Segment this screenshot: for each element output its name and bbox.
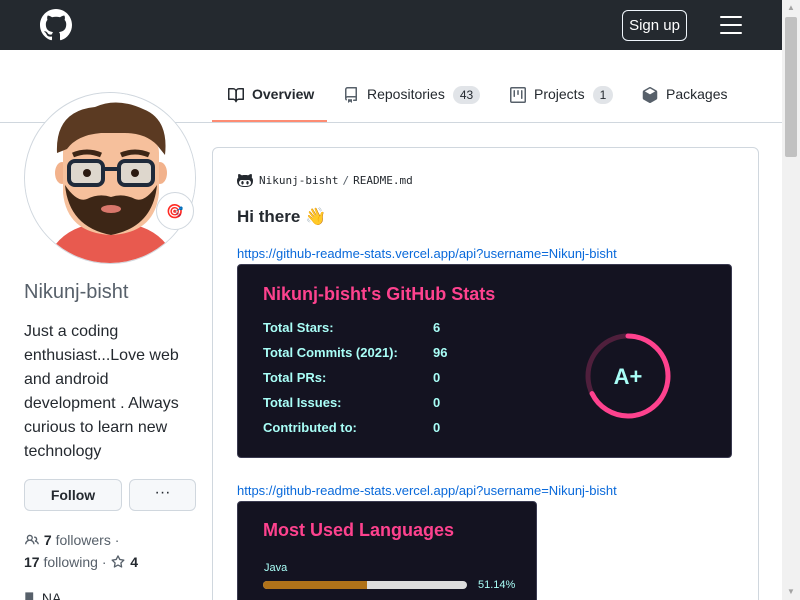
organization-icon: [25, 592, 34, 600]
tab-overview[interactable]: Overview: [212, 86, 327, 122]
sign-up-button[interactable]: Sign up: [622, 10, 687, 41]
scroll-down-arrow-icon[interactable]: ▼: [782, 584, 800, 600]
tab-repositories-label: Repositories: [367, 86, 445, 102]
readme-header: Nikunj-bisht / README.md: [237, 172, 413, 188]
hamburger-menu-icon[interactable]: [720, 16, 742, 34]
more-options-button[interactable]: ···: [129, 479, 196, 511]
path-separator: /: [342, 173, 350, 187]
stats-card-title: Nikunj-bisht's GitHub Stats: [263, 284, 496, 304]
grade-text: A+: [614, 364, 643, 389]
book-icon: [228, 87, 244, 103]
stat-value-contributed: 0: [433, 420, 441, 435]
stats-card-link[interactable]: https://github-readme-stats.vercel.app/a…: [237, 246, 617, 261]
github-stats-card[interactable]: Nikunj-bisht's GitHub Stats Total Stars:…: [237, 264, 732, 458]
tab-packages-label: Packages: [666, 86, 728, 102]
language-percentage: 51.14%: [478, 579, 516, 591]
status-emoji-button[interactable]: 🎯: [156, 192, 194, 230]
avatar-illustration: [25, 93, 195, 263]
readme-owner-link[interactable]: Nikunj-bisht: [259, 174, 338, 187]
tab-overview-label: Overview: [252, 86, 315, 102]
projects-count-badge: 1: [592, 86, 614, 104]
profile-username: Nikunj-bisht: [24, 281, 129, 303]
follow-button[interactable]: Follow: [24, 479, 122, 511]
readme-greeting: Hi there 👋: [237, 207, 327, 226]
readme-filename: README.md: [353, 173, 413, 187]
follow-stats: 7 followers · 17 following · 4: [24, 532, 139, 570]
github-logo-icon[interactable]: [40, 9, 72, 41]
avatar[interactable]: [24, 92, 196, 264]
tab-packages[interactable]: Packages: [642, 86, 727, 122]
scroll-thumb[interactable]: [785, 17, 797, 157]
languages-card-title: Most Used Languages: [263, 520, 455, 540]
language-progress-bar: [263, 581, 467, 589]
tab-projects[interactable]: Projects 1: [510, 86, 614, 122]
stat-value-commits: 96: [433, 345, 448, 360]
project-icon: [510, 87, 526, 103]
profile-bio: Just a coding enthusiast...Love web and …: [24, 323, 179, 460]
stat-value-stars: 6: [433, 320, 441, 335]
scroll-up-arrow-icon[interactable]: ▲: [782, 0, 800, 16]
languages-card-link[interactable]: https://github-readme-stats.vercel.app/a…: [237, 483, 617, 498]
site-header: Sign up: [0, 0, 782, 50]
profile-location: NA: [24, 590, 61, 600]
package-icon: [642, 87, 658, 103]
language-progress-fill: [263, 581, 368, 589]
most-used-languages-card[interactable]: Most Used Languages Java 51.14%: [237, 501, 537, 600]
stars-count[interactable]: 4: [130, 554, 138, 570]
octocat-icon: [237, 174, 253, 187]
target-icon: 🎯: [166, 203, 184, 219]
stat-label-stars: Total Stars:: [263, 320, 334, 335]
stat-label-prs: Total PRs:: [263, 370, 327, 385]
language-name: Java: [264, 562, 288, 574]
followers-link[interactable]: 7 followers: [44, 532, 111, 548]
stat-value-prs: 0: [433, 370, 441, 385]
tab-projects-label: Projects: [534, 86, 585, 102]
grade-ring: A+: [585, 333, 671, 419]
vertical-scrollbar[interactable]: ▲ ▼: [782, 0, 800, 600]
stat-label-issues: Total Issues:: [263, 395, 342, 410]
following-link[interactable]: 17 following: [24, 554, 98, 570]
stat-label-contributed: Contributed to:: [263, 420, 357, 435]
tab-repositories[interactable]: Repositories 43: [343, 86, 481, 122]
repositories-count-badge: 43: [452, 86, 481, 104]
stat-label-commits: Total Commits (2021):: [263, 345, 398, 360]
star-icon: [111, 555, 125, 568]
stat-value-issues: 0: [433, 395, 441, 410]
repo-icon: [345, 87, 357, 103]
people-icon: [25, 534, 39, 545]
